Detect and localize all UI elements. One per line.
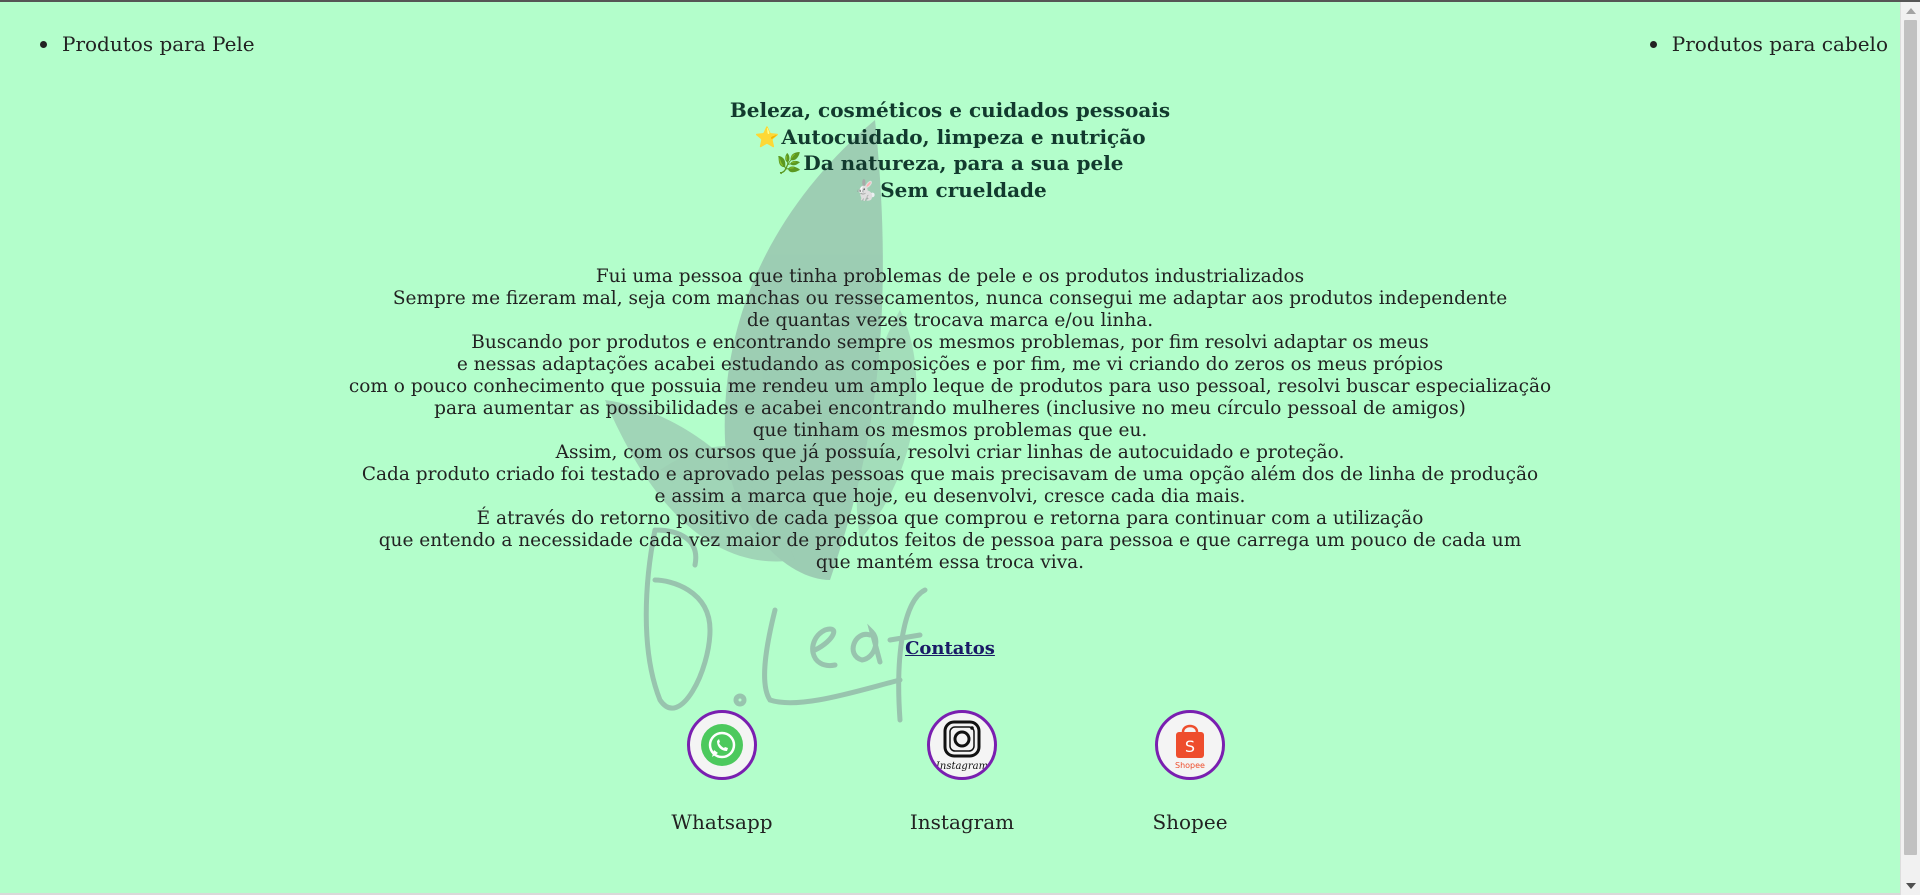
social-shopee: S Shopee Shopee [1110, 710, 1270, 834]
tagline-block: Beleza, cosméticos e cuidados pessoais ⭐… [0, 97, 1900, 203]
whatsapp-label: Whatsapp [671, 810, 773, 834]
story-line: que entendo a necessidade cada vez maior… [378, 530, 1522, 551]
story-line: de quantas vezes trocava marca e/ou linh… [746, 310, 1154, 331]
social-whatsapp: Whatsapp [642, 710, 802, 834]
rabbit-icon: 🐇 [853, 177, 879, 202]
nav-item-skin-products[interactable]: Produtos para Pele [40, 32, 255, 56]
story-line: É através do retorno positivo de cada pe… [476, 508, 1424, 529]
scroll-down-icon[interactable] [1906, 883, 1916, 889]
shopee-button[interactable]: S Shopee [1155, 710, 1225, 780]
contacts-heading: Contatos [0, 638, 1900, 659]
story-line: e nessas adaptações acabei estudando as … [456, 354, 1444, 375]
story-line: e assim a marca que hoje, eu desenvolvi,… [654, 486, 1246, 507]
story-line: Sempre me fizeram mal, seja com manchas … [392, 288, 1508, 309]
scroll-up-icon[interactable] [1906, 8, 1916, 14]
tagline-beauty: Beleza, cosméticos e cuidados pessoais [729, 98, 1171, 122]
tagline-cruelty-free: 🐇 Sem crueldade [853, 177, 1047, 202]
vertical-scrollbar[interactable] [1900, 2, 1920, 895]
bullet-icon [40, 40, 47, 48]
nav-item-label[interactable]: Produtos para cabelo [1672, 32, 1888, 56]
story-line: Assim, com os cursos que já possuía, res… [555, 442, 1345, 463]
story-line: com o pouco conhecimento que possuia me … [348, 376, 1552, 397]
nav-item-label[interactable]: Produtos para Pele [62, 32, 255, 56]
story-line: Buscando por produtos e encontrando semp… [471, 332, 1429, 353]
nav-item-hair-products[interactable]: Produtos para cabelo [1649, 32, 1888, 56]
instagram-button[interactable]: Instagram [927, 710, 997, 780]
shopee-logo-text: Shopee [1175, 761, 1205, 770]
instagram-logo-text: Instagram [935, 761, 988, 772]
tagline-selfcare: ⭐ Autocuidado, limpeza e nutrição [754, 124, 1146, 149]
tagline-nature: 🌿 Da natureza, para a sua pele [776, 151, 1124, 175]
story-line: para aumentar as possibilidades e acabei… [434, 398, 1466, 419]
svg-text:S: S [1185, 737, 1195, 756]
whatsapp-icon [701, 724, 743, 766]
scrollbar-thumb[interactable] [1904, 20, 1917, 855]
star-icon: ⭐ [754, 124, 780, 149]
shopee-icon: S Shopee [1175, 724, 1205, 770]
story-line: Cada produto criado foi testado e aprova… [361, 464, 1539, 485]
contacts-link[interactable]: Contatos [905, 638, 995, 659]
instagram-icon: Instagram [935, 720, 988, 772]
bullet-icon [1649, 40, 1657, 48]
story-line: que mantém essa troca viva. [815, 552, 1085, 573]
whatsapp-button[interactable] [687, 710, 757, 780]
story-line: Fui uma pessoa que tinha problemas de pe… [595, 266, 1305, 287]
story-line: que tinham os mesmos problemas que eu. [752, 420, 1148, 441]
social-instagram: Instagram Instagram [882, 710, 1042, 834]
page: Produtos para Pele Produtos para cabelo [0, 0, 1900, 895]
brand-story: Fui uma pessoa que tinha problemas de pe… [0, 266, 1900, 574]
herb-icon: 🌿 [776, 151, 802, 175]
shopee-label: Shopee [1152, 810, 1228, 834]
instagram-label: Instagram [909, 810, 1015, 834]
